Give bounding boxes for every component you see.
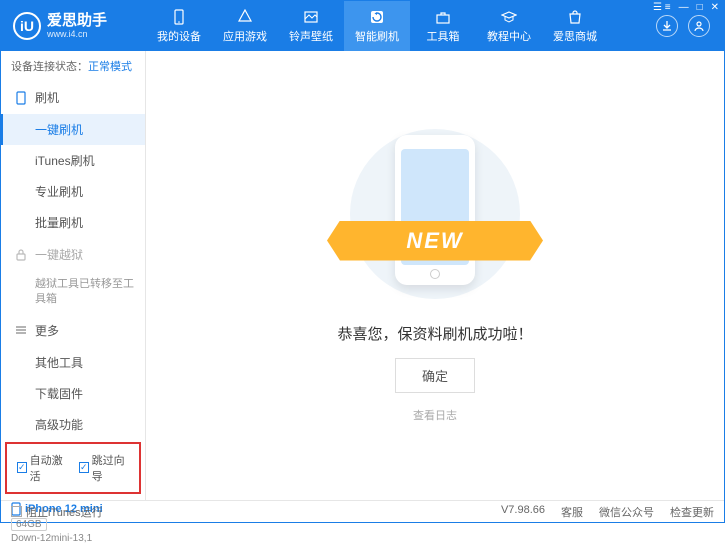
nav-label: 工具箱 [427,28,460,44]
device-storage: 64GB [11,518,47,531]
sidebar: 设备连接状态：正常模式 刷机 一键刷机 iTunes刷机 专业刷机 批量刷机 一… [1,51,146,500]
options-highlight: ✓自动激活 ✓跳过向导 [5,442,141,494]
sidebar-item-download-firmware[interactable]: 下载固件 [1,378,145,409]
nav-label: 爱思商城 [553,28,597,44]
new-ribbon: NEW [327,221,543,261]
logo: iU 爱思助手 www.i4.cn [1,12,146,40]
jailbreak-note: 越狱工具已转移至工具箱 [1,271,145,314]
menu-icon[interactable]: ☰ ≡ [653,2,671,13]
top-nav: 我的设备 应用游戏 铃声壁纸 智能刷机 工具箱 教程中心 爱思商城 [146,1,656,51]
service-link[interactable]: 客服 [561,504,583,520]
more-section-head[interactable]: 更多 [1,314,145,347]
nav-label: 智能刷机 [355,28,399,44]
bag-icon [566,8,584,26]
success-message: 恭喜您，保资料刷机成功啦！ [337,323,532,344]
logo-subtitle: www.i4.cn [47,29,107,39]
sidebar-item-oneclick-flash[interactable]: 一键刷机 [1,114,145,145]
ok-button[interactable]: 确定 [395,358,475,393]
header-actions [656,15,724,37]
download-button[interactable] [656,15,678,37]
phone-icon [170,8,188,26]
sidebar-item-advanced[interactable]: 高级功能 [1,409,145,440]
nav-apps[interactable]: 应用游戏 [212,1,278,51]
wechat-link[interactable]: 微信公众号 [599,504,654,520]
graduation-icon [500,8,518,26]
success-illustration: NEW [335,129,535,309]
phone-icon [15,91,27,105]
auto-activate-checkbox[interactable]: ✓自动激活 [17,452,67,484]
check-update-link[interactable]: 检查更新 [670,504,714,520]
sidebar-item-pro-flash[interactable]: 专业刷机 [1,176,145,207]
skip-guide-checkbox[interactable]: ✓跳过向导 [79,452,129,484]
lock-icon [15,249,27,261]
block-itunes-checkbox[interactable] [11,506,22,517]
nav-label: 我的设备 [157,28,201,44]
sidebar-item-other-tools[interactable]: 其他工具 [1,347,145,378]
refresh-icon [368,8,386,26]
wallpaper-icon [302,8,320,26]
window-controls: ☰ ≡ — □ ✕ [653,2,719,13]
connection-status: 设备连接状态：正常模式 [1,51,145,81]
logo-title: 爱思助手 [47,13,107,30]
nav-toolbox[interactable]: 工具箱 [410,1,476,51]
version-label: V7.98.66 [501,504,545,520]
nav-label: 应用游戏 [223,28,267,44]
nav-ringtones[interactable]: 铃声壁纸 [278,1,344,51]
device-model: Down-12mini-13,1 [11,533,135,544]
jailbreak-section-head[interactable]: 一键越狱 [1,238,145,271]
sidebar-item-itunes-flash[interactable]: iTunes刷机 [1,145,145,176]
flash-section-head[interactable]: 刷机 [1,81,145,114]
logo-icon: iU [13,12,41,40]
minimize-icon[interactable]: — [679,2,689,13]
nav-label: 教程中心 [487,28,531,44]
user-button[interactable] [688,15,710,37]
main-content: NEW 恭喜您，保资料刷机成功啦！ 确定 查看日志 [146,51,724,500]
nav-label: 铃声壁纸 [289,28,333,44]
maximize-icon[interactable]: □ [697,2,703,13]
toolbox-icon [434,8,452,26]
title-bar: ☰ ≡ — □ ✕ iU 爱思助手 www.i4.cn 我的设备 应用游戏 铃声… [1,1,724,51]
nav-my-device[interactable]: 我的设备 [146,1,212,51]
close-icon[interactable]: ✕ [711,2,719,13]
menu-icon [15,324,27,336]
nav-smart-flash[interactable]: 智能刷机 [344,1,410,51]
apps-icon [236,8,254,26]
nav-store[interactable]: 爱思商城 [542,1,608,51]
view-log-link[interactable]: 查看日志 [413,407,457,423]
status-value: 正常模式 [88,61,132,73]
sidebar-item-batch-flash[interactable]: 批量刷机 [1,207,145,238]
block-itunes-label: 阻止iTunes运行 [26,504,103,520]
nav-tutorials[interactable]: 教程中心 [476,1,542,51]
